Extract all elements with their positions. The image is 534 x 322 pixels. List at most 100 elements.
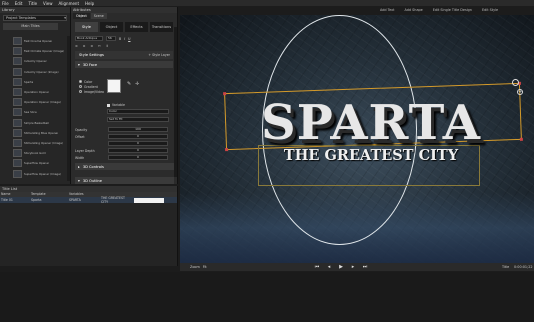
column-name[interactable]: Name (0, 192, 30, 197)
tab-object[interactable]: Object (73, 13, 90, 19)
align-right-icon[interactable]: ≡ (90, 44, 93, 48)
library-item[interactable]: Operation Opener (Image) (13, 97, 67, 107)
library-item[interactable]: Industry Opener (13, 56, 67, 66)
title-canvas[interactable]: SPARTA THE GREATEST CITY + (180, 15, 534, 263)
style-settings-label: Style Settings (79, 53, 104, 57)
attribute-row: Width 0 (71, 154, 171, 161)
edit-style-button[interactable]: Edit Style (482, 8, 498, 12)
face-section-label: 3D Face (82, 62, 98, 67)
library-scrollbar[interactable] (67, 36, 70, 181)
transport-bar: Zoom Fit ⏮ ◂ ▶ ▸ ⏭ Title 0:00:01;22 (180, 263, 534, 271)
tab-scene[interactable]: Scene (90, 13, 107, 19)
edit-single-title-button[interactable]: Edit Single Title Design (433, 8, 472, 12)
column-template[interactable]: Template (30, 192, 68, 197)
align-left-icon[interactable]: ≡ (75, 44, 78, 48)
font-select[interactable]: Book Antiqua (75, 36, 103, 41)
library-category[interactable]: Main Titles (3, 23, 58, 30)
resize-handle[interactable] (225, 148, 229, 152)
library-item[interactable]: Superflow Opener (13, 158, 67, 168)
font-size-field[interactable]: 56 (106, 36, 116, 41)
attribute-label: Opacity (75, 127, 88, 132)
add-style-layer-button[interactable]: + Style Layer (148, 53, 170, 57)
controls-section[interactable]: ▸ 3D Controls (75, 163, 174, 170)
resize-handle[interactable] (223, 92, 227, 96)
library-item[interactable]: Fast Climate Opener (Image) (13, 46, 67, 56)
outline-section[interactable]: ▾ 3D Outline (75, 177, 174, 184)
attribute-value-field[interactable]: 0 (108, 148, 168, 153)
menu-edit[interactable]: Edit (15, 1, 23, 6)
library-item[interactable]: Stimulating Blue Opener (13, 128, 67, 138)
template-thumbnail (13, 149, 22, 158)
add-handle-icon[interactable]: + (517, 89, 523, 95)
library-item[interactable]: Storybook Gold (13, 148, 67, 158)
library-item-label: Storybook Gold (24, 151, 46, 156)
set-to-fit-select[interactable]: Set To Fit (107, 117, 169, 122)
bold-button[interactable]: B (119, 37, 121, 41)
attribute-value-field[interactable]: 0 (108, 134, 168, 139)
attribute-row: Opacity 100 (71, 126, 171, 133)
attribute-value-field[interactable]: 0 (108, 141, 168, 146)
timecode: 0:00:01;22 (514, 265, 533, 269)
library-dropdown[interactable]: Project Templates ▾ (3, 15, 67, 21)
attributes-scrollbar[interactable] (174, 27, 177, 177)
library-item[interactable]: Industry Opener (Image) (13, 67, 67, 77)
variable-label: Variable (112, 103, 125, 107)
row-variable-edit-field[interactable] (134, 197, 164, 203)
attribute-fields: Opacity 100 Offset 0 0 Layer Depth 0 Width 0 (71, 126, 171, 161)
menu-alignment[interactable]: Alignment (59, 1, 80, 6)
go-to-start-icon[interactable]: ⏮ (314, 264, 320, 270)
library-item[interactable]: Simple Basketball (13, 118, 67, 128)
attribute-label: Width (75, 155, 85, 160)
tab-object-props[interactable]: Object (100, 22, 123, 32)
kerning-icon[interactable]: ↔ (98, 44, 101, 48)
rotate-handle-icon[interactable] (512, 79, 519, 86)
italic-button[interactable]: I (124, 37, 125, 41)
resize-handle[interactable] (519, 137, 523, 141)
subtitle-text[interactable]: THE GREATEST CITY (265, 147, 477, 164)
step-forward-icon[interactable]: ▸ (350, 264, 356, 270)
template-thumbnail (13, 108, 22, 117)
tab-transitions[interactable]: Transitions (150, 22, 173, 32)
attribute-value-field[interactable]: 100 (108, 127, 168, 132)
library-item[interactable]: Fast Cinema Opener (13, 36, 67, 46)
step-back-icon[interactable]: ◂ (326, 264, 332, 270)
library-item[interactable]: Superflow Opener (Image) (13, 168, 67, 178)
table-row[interactable]: Title 01 Sparta SPARTA THE GREATEST CITY (0, 196, 177, 204)
main-title-text[interactable]: SPARTA (258, 95, 484, 151)
eyedropper-icon[interactable]: ✎ (127, 81, 131, 87)
add-text-button[interactable]: Add Text (380, 8, 395, 12)
tab-effects[interactable]: Effects (125, 22, 148, 32)
library-item[interactable]: Sea Slice (13, 107, 67, 117)
menu-title[interactable]: Title (28, 1, 37, 6)
add-shape-button[interactable]: Add Shape (405, 8, 423, 12)
expand-arrow-icon: ▾ (78, 178, 80, 183)
menu-view[interactable]: View (43, 1, 53, 6)
menu-help[interactable]: Help (85, 1, 94, 6)
menu-file[interactable]: File (2, 1, 9, 6)
library-item-label: Fast Climate Opener (Image) (24, 49, 65, 54)
library-item[interactable]: Sparta (13, 77, 67, 87)
attribute-value-field[interactable]: 0 (108, 155, 168, 160)
zoom-select[interactable]: Fit (203, 265, 207, 269)
go-to-end-icon[interactable]: ⏭ (362, 264, 368, 270)
crosshair-icon[interactable]: ✛ (135, 81, 139, 87)
play-icon[interactable]: ▶ (338, 264, 344, 270)
template-thumbnail (13, 98, 22, 107)
template-thumbnail (13, 159, 22, 168)
attributes-panel: Attributes Object Scene Style Object Eff… (71, 7, 178, 184)
row-variable-1[interactable]: SPARTA (68, 198, 100, 202)
template-thumbnail (13, 118, 22, 127)
align-center-icon[interactable]: ≡ (83, 44, 86, 48)
underline-button[interactable]: U (128, 37, 130, 41)
fill-option-image[interactable]: Image/Video (79, 89, 104, 94)
color-field[interactable]: Color (107, 109, 169, 114)
library-item[interactable]: Operation Opener (13, 87, 67, 97)
face-section[interactable]: ▾ 3D Face (75, 61, 173, 68)
color-swatch[interactable] (107, 79, 121, 93)
template-thumbnail (13, 128, 22, 137)
row-variable-2[interactable]: THE GREATEST CITY (100, 196, 132, 204)
variable-checkbox[interactable]: Variable (107, 103, 125, 107)
leading-icon[interactable]: ↕ (106, 44, 109, 48)
tab-style[interactable]: Style (75, 22, 98, 32)
library-item[interactable]: Stimulating Opener (Image) (13, 138, 67, 148)
